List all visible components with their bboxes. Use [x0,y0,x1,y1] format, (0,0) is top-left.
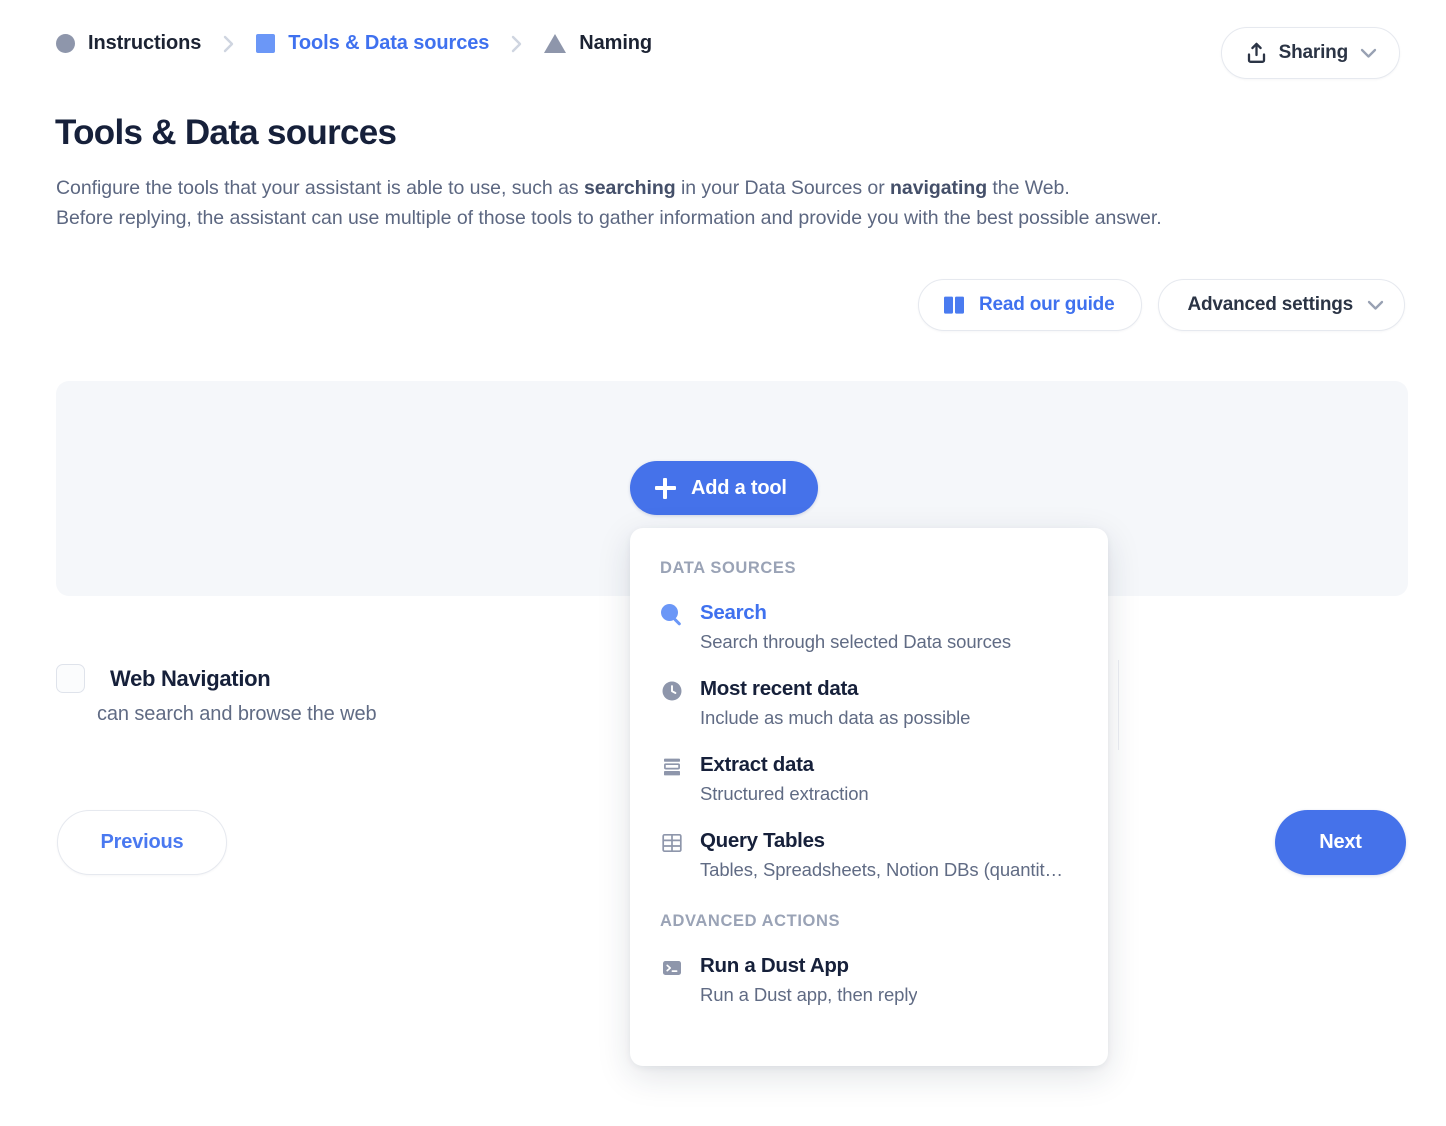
chevron-down-icon [1367,300,1384,311]
menu-item-most-recent-data[interactable]: Most recent data Include as much data as… [630,676,1108,730]
page-description-line-1: Configure the tools that your assistant … [56,173,1386,203]
menu-item-search[interactable]: Search Search through selected Data sour… [630,600,1108,654]
webnav-divider [1118,660,1119,750]
add-tool-dropdown-menu: DATA SOURCES Search Search through selec… [630,528,1108,1066]
breadcrumb-label-naming: Naming [579,32,653,54]
desc-bold-searching: searching [583,177,676,199]
breadcrumb-item-instructions[interactable]: Instructions [56,32,201,55]
menu-item-extract-data-description: Structured extraction [700,783,869,804]
chevron-right-icon [222,35,235,53]
secondary-actions-row: Read our guide Advanced settings [917,279,1405,331]
menu-item-most-recent-data-title: Most recent data [700,677,859,700]
search-icon [660,603,684,627]
menu-item-query-tables-description: Tables, Spreadsheets, Notion DBs (quanti… [700,859,1063,880]
desc-text: the Web. [987,177,1070,199]
share-upload-icon [1246,42,1267,64]
web-navigation-title: Web Navigation [110,665,271,691]
menu-item-run-a-dust-app-title: Run a Dust App [700,954,849,977]
menu-section-label-data-sources: DATA SOURCES [660,559,797,577]
breadcrumb-label-instructions: Instructions [88,32,202,54]
menu-item-extract-data-title: Extract data [700,753,814,776]
extract-icon [660,755,684,779]
book-icon [943,295,965,315]
next-button-label: Next [1319,831,1362,853]
add-a-tool-button[interactable]: Add a tool [630,461,818,515]
square-icon [256,34,276,53]
advanced-settings-button[interactable]: Advanced settings [1158,279,1405,331]
previous-button-label: Previous [100,831,184,853]
breadcrumb-item-tools-data-sources[interactable]: Tools & Data sources [256,32,489,55]
menu-item-query-tables[interactable]: Query Tables Tables, Spreadsheets, Notio… [630,828,1108,882]
page-description-line-2: Before replying, the assistant can use m… [56,207,1162,229]
previous-button[interactable]: Previous [57,810,227,875]
tools-data-sources-page: Instructions Tools & Data sources Naming [0,0,1446,1126]
menu-item-run-a-dust-app-description: Run a Dust app, then reply [700,984,918,1005]
chevron-down-icon [1360,48,1377,59]
top-bar: Instructions Tools & Data sources Naming [0,0,1446,96]
menu-item-query-tables-title: Query Tables [700,829,825,852]
menu-item-extract-data[interactable]: Extract data Structured extraction [630,752,1108,806]
breadcrumb-item-naming[interactable]: Naming [544,32,652,55]
page-title: Tools & Data sources [55,113,397,152]
chevron-right-icon [510,35,523,53]
menu-item-search-title: Search [700,601,767,624]
table-icon [660,831,684,855]
triangle-icon [544,34,567,53]
circle-icon [56,34,75,53]
terminal-icon [660,956,684,980]
advanced-settings-label: Advanced settings [1187,294,1353,315]
menu-divider-gap [630,882,1108,912]
breadcrumb: Instructions Tools & Data sources Naming [56,32,652,55]
menu-section-label-advanced-actions: ADVANCED ACTIONS [660,912,841,930]
read-our-guide-button[interactable]: Read our guide [917,279,1143,331]
menu-item-most-recent-data-description: Include as much data as possible [700,707,971,728]
menu-item-search-description: Search through selected Data sources [700,631,1012,652]
page-description: Configure the tools that your assistant … [56,173,1386,233]
breadcrumb-label-tools-data-sources: Tools & Data sources [288,32,490,54]
desc-bold-navigating: navigating [890,177,988,199]
sharing-button[interactable]: Sharing [1220,27,1400,79]
menu-item-run-a-dust-app[interactable]: Run a Dust App Run a Dust app, then repl… [630,953,1108,1007]
sharing-button-label: Sharing [1278,42,1349,63]
next-button[interactable]: Next [1275,810,1406,875]
read-our-guide-label: Read our guide [978,294,1115,315]
plus-icon [655,477,676,499]
desc-text: in your Data Sources or [675,177,891,199]
desc-text: Configure the tools that your assistant … [56,177,584,199]
clock-icon [660,679,684,703]
web-navigation-checkbox[interactable] [56,664,85,693]
add-a-tool-label: Add a tool [691,476,787,499]
